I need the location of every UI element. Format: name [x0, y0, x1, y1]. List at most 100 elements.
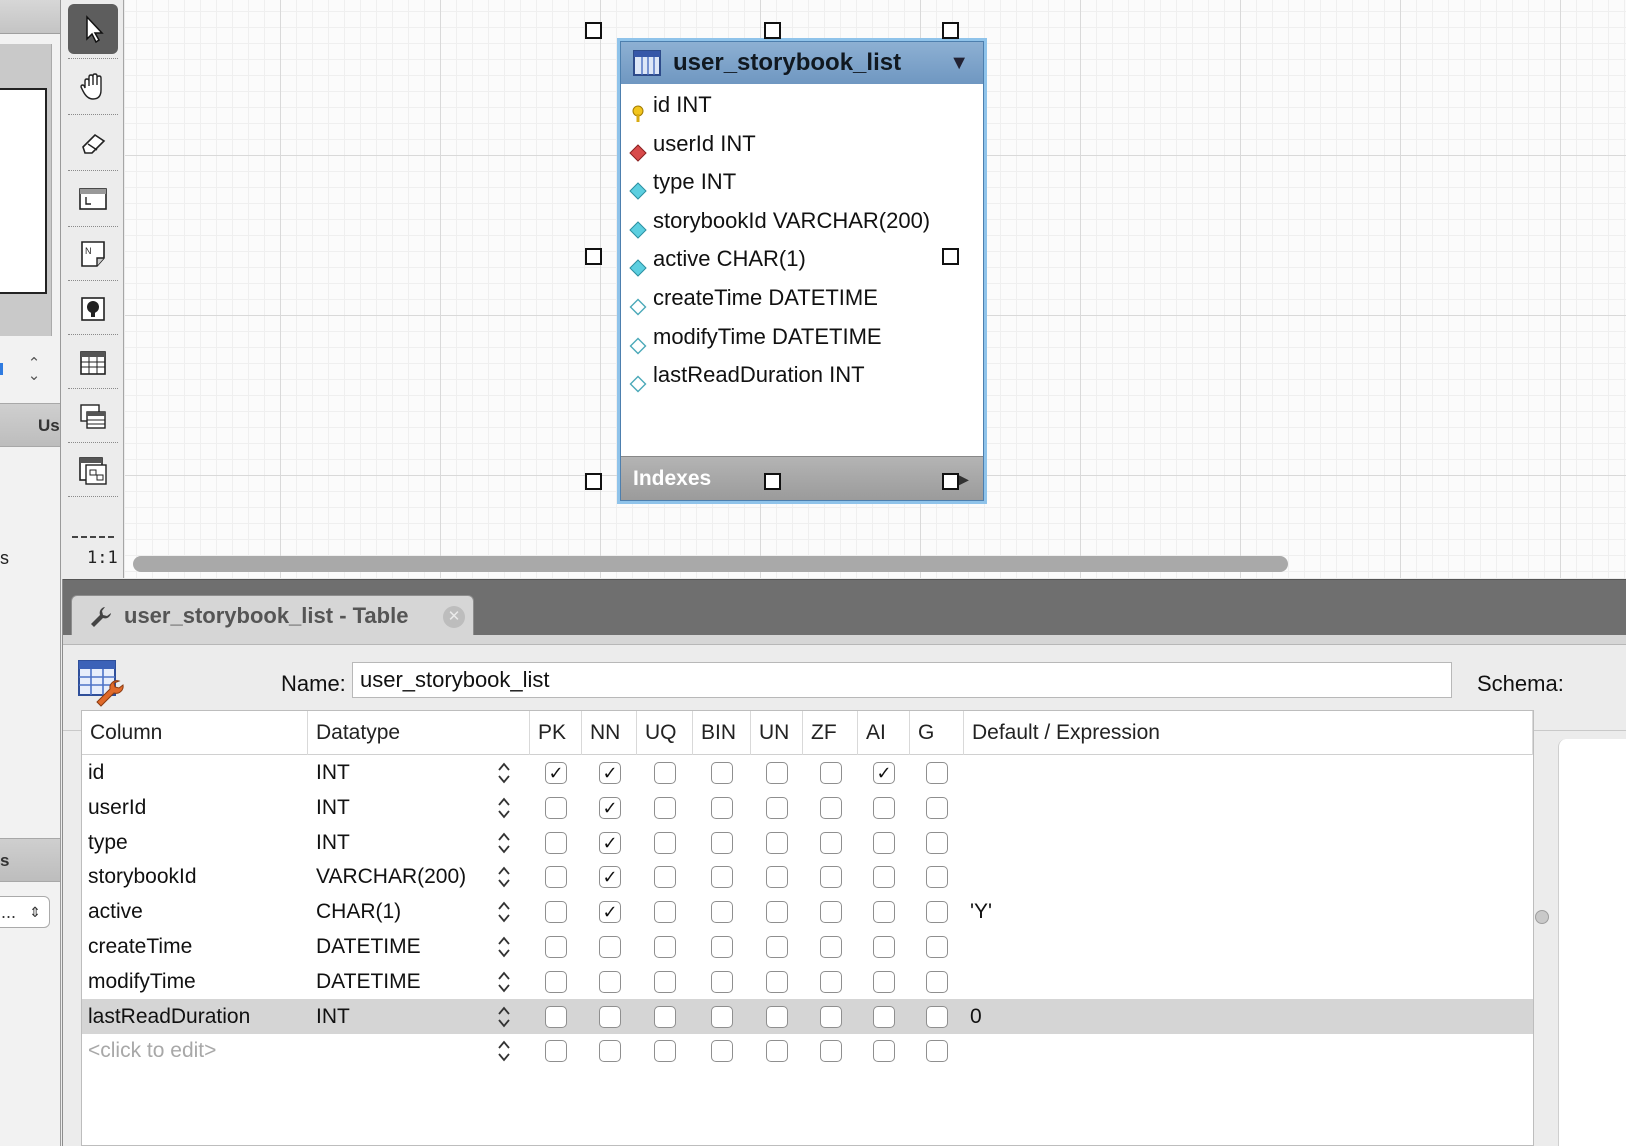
datatype-stepper-icon[interactable] — [496, 1039, 512, 1063]
checkbox-g[interactable] — [926, 762, 948, 784]
cell-datatype[interactable]: CHAR(1) — [316, 894, 401, 929]
checkbox-pk[interactable] — [545, 970, 567, 993]
checkbox-nn[interactable]: ✓ — [599, 796, 621, 819]
cell-datatype[interactable]: INT — [316, 755, 350, 790]
entity-column[interactable]: storybookId VARCHAR(200) — [621, 201, 983, 241]
entity-column[interactable]: lastReadDuration INT — [621, 355, 983, 395]
cell-column-name[interactable]: storybookId — [88, 859, 197, 894]
checkbox-un[interactable] — [766, 866, 788, 889]
entity-column[interactable]: userId INT — [621, 124, 983, 164]
checkbox-pk[interactable] — [545, 831, 567, 854]
sidebar-select[interactable]: ... ⇕ — [0, 896, 50, 928]
column-header-ai[interactable]: AI — [858, 711, 910, 755]
checkbox-zf[interactable] — [820, 762, 842, 784]
checkbox-bin[interactable] — [711, 1040, 733, 1063]
resize-handle-right[interactable] — [942, 248, 959, 265]
datatype-stepper-icon[interactable] — [496, 865, 512, 889]
checkbox-pk[interactable] — [545, 796, 567, 819]
entity-column[interactable]: type INT — [621, 162, 983, 202]
checkbox-zf[interactable] — [820, 936, 842, 958]
tab-table-editor[interactable]: user_storybook_list - Table ✕ — [71, 595, 474, 636]
checkbox-ai[interactable] — [873, 796, 895, 819]
checkbox-nn[interactable]: ✓ — [599, 901, 621, 924]
checkbox-ai[interactable] — [873, 1005, 895, 1028]
checkbox-g[interactable] — [926, 1040, 948, 1063]
checkbox-un[interactable] — [766, 936, 788, 958]
table-row[interactable]: id INT ✓ ✓ ✓ — [82, 755, 1533, 790]
checkbox-nn[interactable]: ✓ — [599, 866, 621, 889]
checkbox-zf[interactable] — [820, 970, 842, 993]
column-header-bin[interactable]: BIN — [693, 711, 751, 755]
datatype-stepper-icon[interactable] — [496, 831, 512, 855]
column-header-uq[interactable]: UQ — [637, 711, 693, 755]
entity-table[interactable]: user_storybook_list ▼ id INT userId INT ty… — [617, 38, 987, 504]
new-row-placeholder[interactable]: <click to edit> — [88, 1033, 216, 1068]
cell-datatype[interactable]: INT — [316, 825, 350, 860]
datatype-stepper-icon[interactable] — [496, 761, 512, 785]
checkbox-pk[interactable] — [545, 866, 567, 889]
cell-datatype[interactable]: DATETIME — [316, 964, 421, 999]
checkbox-uq[interactable] — [654, 936, 676, 958]
checkbox-ai[interactable] — [873, 866, 895, 889]
checkbox-uq[interactable] — [654, 831, 676, 854]
checkbox-pk[interactable] — [545, 936, 567, 958]
entity-header[interactable]: user_storybook_list ▼ — [621, 42, 983, 84]
entity-column[interactable]: id INT — [621, 85, 983, 125]
cell-column-name[interactable]: id — [88, 755, 104, 790]
resize-handle-top-left[interactable] — [585, 22, 602, 39]
table-tool-button[interactable] — [68, 338, 118, 388]
checkbox-uq[interactable] — [654, 762, 676, 784]
checkbox-uq[interactable] — [654, 970, 676, 993]
checkbox-g[interactable] — [926, 901, 948, 924]
checkbox-ai[interactable]: ✓ — [873, 762, 895, 784]
datatype-stepper-icon[interactable] — [496, 970, 512, 994]
cell-column-name[interactable]: userId — [88, 790, 146, 825]
pointer-tool-button[interactable] — [68, 4, 118, 54]
checkbox-bin[interactable] — [711, 866, 733, 889]
checkbox-nn[interactable] — [599, 1005, 621, 1028]
checkbox-ai[interactable] — [873, 831, 895, 854]
column-header-un[interactable]: UN — [751, 711, 803, 755]
collapse-triangle-icon[interactable]: ▼ — [949, 53, 969, 73]
checkbox-ai[interactable] — [873, 936, 895, 958]
note-tool-button[interactable]: N — [68, 229, 118, 279]
checkbox-zf[interactable] — [820, 831, 842, 854]
checkbox-uq[interactable] — [654, 1040, 676, 1063]
checkbox-uq[interactable] — [654, 866, 676, 889]
column-header-datatype[interactable]: Datatype — [308, 711, 530, 755]
datatype-stepper-icon[interactable] — [496, 796, 512, 820]
checkbox-un[interactable] — [766, 901, 788, 924]
entity-column[interactable]: active CHAR(1) — [621, 239, 983, 279]
checkbox-pk[interactable] — [545, 1040, 567, 1063]
datatype-stepper-icon[interactable] — [496, 935, 512, 959]
resize-handle-top-right[interactable] — [942, 22, 959, 39]
checkbox-bin[interactable] — [711, 1005, 733, 1028]
hand-tool-button[interactable] — [68, 62, 118, 112]
datatype-stepper-icon[interactable] — [496, 1005, 512, 1029]
zoom-stepper-icon[interactable]: ⌃ ⌄ — [26, 356, 42, 383]
checkbox-g[interactable] — [926, 866, 948, 889]
checkbox-un[interactable] — [766, 762, 788, 784]
cell-default[interactable]: 'Y' — [970, 894, 992, 929]
column-header-g[interactable]: G — [910, 711, 964, 755]
entity-column[interactable]: modifyTime DATETIME — [621, 317, 983, 357]
checkbox-nn[interactable] — [599, 970, 621, 993]
checkbox-bin[interactable] — [711, 796, 733, 819]
diagram-canvas[interactable]: user_storybook_list ▼ id INT userId INT ty… — [125, 0, 1626, 578]
routine-group-tool-button[interactable] — [68, 446, 118, 496]
checkbox-uq[interactable] — [654, 901, 676, 924]
resize-handle-bottom-left[interactable] — [585, 473, 602, 490]
sidebar-section-header-2[interactable]: s — [0, 838, 60, 882]
table-row[interactable]: type INT ✓ — [82, 825, 1533, 860]
layer-tool-button[interactable] — [68, 174, 118, 224]
horizontal-scrollbar[interactable] — [133, 556, 1288, 572]
navigator-preview[interactable] — [0, 88, 47, 294]
table-row[interactable]: lastReadDuration INT 0 — [82, 998, 1533, 1034]
checkbox-zf[interactable] — [820, 901, 842, 924]
column-header-zf[interactable]: ZF — [803, 711, 858, 755]
resize-handle-bottom[interactable] — [764, 473, 781, 490]
checkbox-zf[interactable] — [820, 1040, 842, 1063]
checkbox-pk[interactable] — [545, 1005, 567, 1028]
sidebar-section-header[interactable]: Us — [0, 403, 60, 447]
table-row[interactable]: createTime DATETIME — [82, 929, 1533, 964]
